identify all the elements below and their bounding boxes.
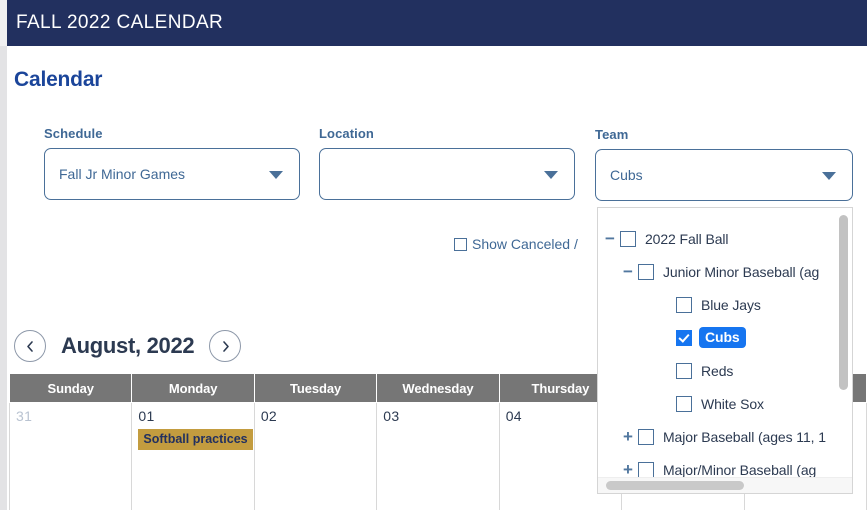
page-title: Calendar bbox=[14, 68, 103, 91]
tree-item[interactable]: Cubs bbox=[598, 321, 841, 354]
tree-item-label[interactable]: Blue Jays bbox=[701, 297, 761, 313]
chevron-down-icon bbox=[269, 171, 283, 179]
tree-item[interactable]: − Junior Minor Baseball (ag bbox=[598, 255, 841, 288]
tree-item-checkbox[interactable] bbox=[638, 263, 654, 280]
team-field: Team Cubs bbox=[595, 127, 853, 201]
location-field: Location bbox=[319, 126, 575, 200]
collapse-icon[interactable]: − bbox=[600, 230, 620, 247]
tree-item[interactable]: − 2022 Fall Ball bbox=[598, 222, 841, 255]
calendar-day-cell[interactable]: 02 bbox=[253, 402, 378, 510]
tree-item[interactable]: White Sox bbox=[598, 387, 841, 420]
tree-item-label[interactable]: Reds bbox=[701, 363, 733, 379]
tree-item-checkbox[interactable] bbox=[676, 362, 692, 379]
app-title: FALL 2022 CALENDAR bbox=[16, 12, 224, 33]
tree-vertical-scroll-thumb[interactable] bbox=[839, 215, 848, 390]
chevron-down-icon bbox=[822, 172, 836, 180]
show-canceled-option[interactable]: Show Canceled / bbox=[454, 236, 578, 252]
calendar-day-header: Tuesday bbox=[253, 373, 378, 403]
location-label: Location bbox=[319, 126, 374, 141]
calendar-day-number: 01 bbox=[138, 408, 155, 424]
calendar-day-number: 03 bbox=[383, 408, 400, 424]
show-canceled-checkbox[interactable] bbox=[454, 237, 467, 251]
tree-item-checkbox[interactable] bbox=[638, 428, 654, 445]
calendar-page: FALL 2022 CALENDAR Calendar Schedule Fal… bbox=[0, 0, 867, 510]
tree-item[interactable]: Reds bbox=[598, 354, 841, 387]
tree-item-label[interactable]: Junior Minor Baseball (ag bbox=[663, 264, 819, 280]
prev-month-button[interactable] bbox=[14, 330, 46, 362]
calendar-day-cell[interactable]: 01 Softball practices bbox=[131, 402, 255, 510]
tree-item-checkbox[interactable] bbox=[638, 461, 654, 478]
month-navigation: August, 2022 bbox=[14, 330, 242, 362]
team-value: Cubs bbox=[610, 167, 643, 183]
team-select[interactable]: Cubs bbox=[595, 149, 853, 201]
filter-bar: Schedule Fall Jr Minor Games Location Te… bbox=[44, 126, 864, 212]
tree-item-label[interactable]: White Sox bbox=[701, 396, 764, 412]
tree-item-label[interactable]: Cubs bbox=[699, 327, 746, 348]
show-canceled-label: Show Canceled / bbox=[472, 236, 578, 252]
tree-item-checkbox[interactable] bbox=[676, 296, 692, 313]
schedule-field: Schedule Fall Jr Minor Games bbox=[44, 126, 300, 200]
calendar-event-chip[interactable]: Softball practices bbox=[138, 429, 253, 450]
expand-icon[interactable]: + bbox=[618, 461, 638, 478]
tree-item[interactable]: + Major Baseball (ages 11, 1 bbox=[598, 420, 841, 453]
tree-item-label[interactable]: 2022 Fall Ball bbox=[645, 231, 729, 247]
schedule-label: Schedule bbox=[44, 126, 103, 141]
tree-item[interactable]: Blue Jays bbox=[598, 288, 841, 321]
app-header-bar: FALL 2022 CALENDAR bbox=[7, 0, 867, 46]
team-label: Team bbox=[595, 127, 629, 142]
calendar-day-number: 31 bbox=[16, 408, 33, 424]
calendar-day-header: Monday bbox=[131, 373, 255, 403]
next-month-button[interactable] bbox=[209, 330, 242, 362]
calendar-day-number: 02 bbox=[260, 408, 278, 424]
chevron-left-icon bbox=[26, 340, 33, 352]
schedule-value: Fall Jr Minor Games bbox=[59, 166, 186, 182]
tree-item-label[interactable]: Major/Minor Baseball (ag bbox=[663, 462, 816, 478]
tree-vertical-scrollbar[interactable] bbox=[838, 209, 851, 479]
team-tree-dropdown: −2022 Fall Ball − Junior Minor Baseball (a… bbox=[597, 207, 853, 494]
tree-item-checkbox[interactable] bbox=[620, 230, 636, 247]
expand-icon[interactable]: + bbox=[618, 428, 638, 445]
tree-item-label[interactable]: Major Baseball (ages 11, 1 bbox=[663, 429, 826, 445]
chevron-right-icon bbox=[223, 340, 229, 352]
tree-item-checkbox[interactable] bbox=[676, 329, 692, 346]
tree-horizontal-scrollbar[interactable] bbox=[598, 477, 852, 493]
calendar-day-header: Sunday bbox=[8, 373, 133, 403]
collapse-icon[interactable]: − bbox=[618, 263, 638, 280]
chevron-down-icon bbox=[544, 171, 558, 179]
location-select[interactable] bbox=[319, 148, 575, 200]
schedule-select[interactable]: Fall Jr Minor Games bbox=[44, 148, 300, 200]
calendar-day-cell[interactable]: 31 bbox=[8, 402, 133, 510]
team-tree-list: −2022 Fall Ball − Junior Minor Baseball (a… bbox=[598, 208, 841, 486]
current-month-label: August, 2022 bbox=[61, 333, 195, 358]
left-gutter bbox=[0, 0, 7, 510]
tree-horizontal-scroll-thumb[interactable] bbox=[606, 481, 744, 490]
tree-item-checkbox[interactable] bbox=[676, 395, 692, 412]
calendar-day-cell[interactable]: 03 bbox=[376, 402, 500, 510]
calendar-day-header: Wednesday bbox=[376, 373, 500, 403]
left-gutter-top bbox=[0, 0, 7, 46]
